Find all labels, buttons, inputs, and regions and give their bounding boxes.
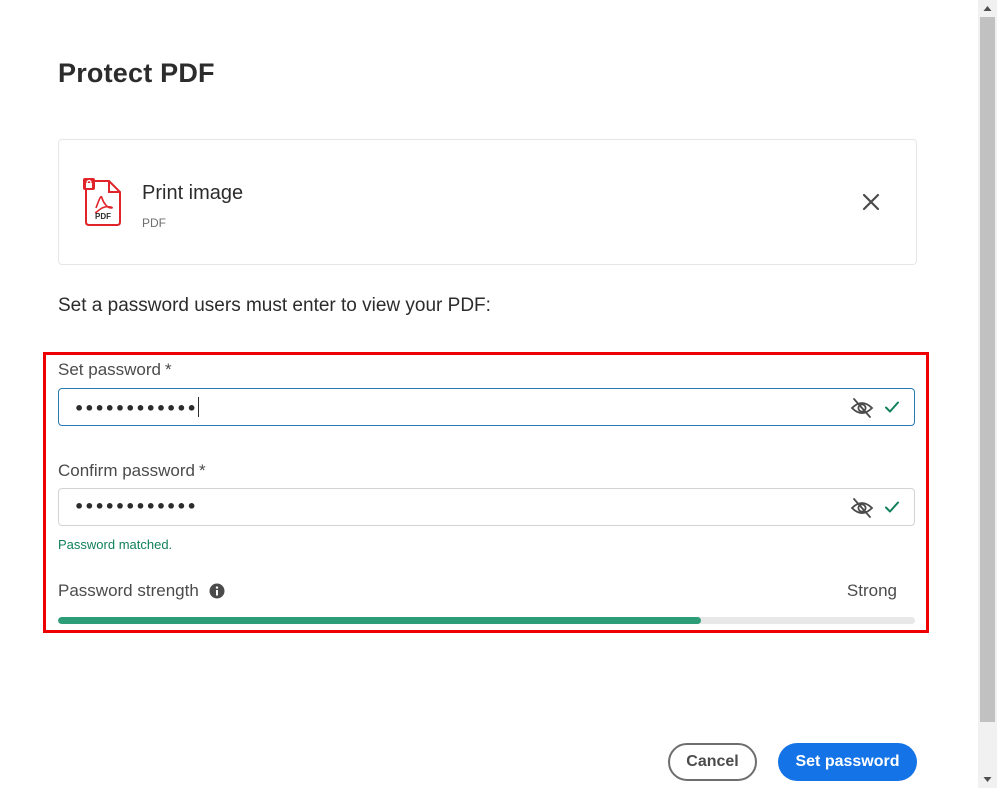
- password-strength-label: Password strength: [58, 581, 199, 600]
- toggle-visibility-button[interactable]: [850, 497, 874, 519]
- required-mark: *: [199, 461, 206, 480]
- password-strength-fill: [58, 617, 701, 624]
- file-type: PDF: [142, 216, 166, 230]
- checkmark-icon: [884, 499, 900, 515]
- password-strength-value: Strong: [846, 581, 897, 600]
- set-password-input[interactable]: ••••••••••••: [58, 388, 915, 426]
- cancel-button[interactable]: Cancel: [668, 743, 757, 781]
- scroll-down-arrow-icon[interactable]: [978, 771, 997, 788]
- toggle-visibility-button[interactable]: [850, 397, 874, 419]
- file-card: PDF Print image PDF: [58, 139, 917, 265]
- set-password-value: ••••••••••••: [74, 399, 197, 418]
- dialog-title: Protect PDF: [58, 58, 215, 88]
- remove-file-button[interactable]: [859, 190, 883, 214]
- pdf-icon-label: PDF: [95, 212, 111, 221]
- password-instruction: Set a password users must enter to view …: [58, 295, 491, 316]
- pdf-lock-icon: PDF: [83, 178, 123, 226]
- confirm-password-input[interactable]: ••••••••••••: [58, 488, 915, 526]
- file-name: Print image: [142, 182, 244, 204]
- close-icon: [862, 193, 880, 211]
- protect-pdf-dialog: Protect PDF PDF Print image PDF Set a pa…: [0, 0, 978, 788]
- info-icon[interactable]: [209, 583, 225, 599]
- password-match-status: Password matched.: [58, 537, 173, 552]
- set-password-button[interactable]: Set password: [778, 743, 917, 781]
- text-caret: [197, 397, 199, 417]
- scroll-up-arrow-icon[interactable]: [978, 0, 997, 17]
- eye-off-icon: [850, 398, 874, 418]
- confirm-password-label: Confirm password *: [58, 461, 206, 480]
- confirm-password-value: ••••••••••••: [74, 497, 197, 516]
- required-mark: *: [165, 360, 172, 379]
- set-password-label: Set password *: [58, 360, 172, 379]
- checkmark-icon: [884, 399, 900, 415]
- password-strength-meter: [58, 617, 915, 624]
- scrollbar[interactable]: [978, 0, 997, 788]
- scroll-thumb[interactable]: [980, 17, 995, 722]
- eye-off-icon: [850, 498, 874, 518]
